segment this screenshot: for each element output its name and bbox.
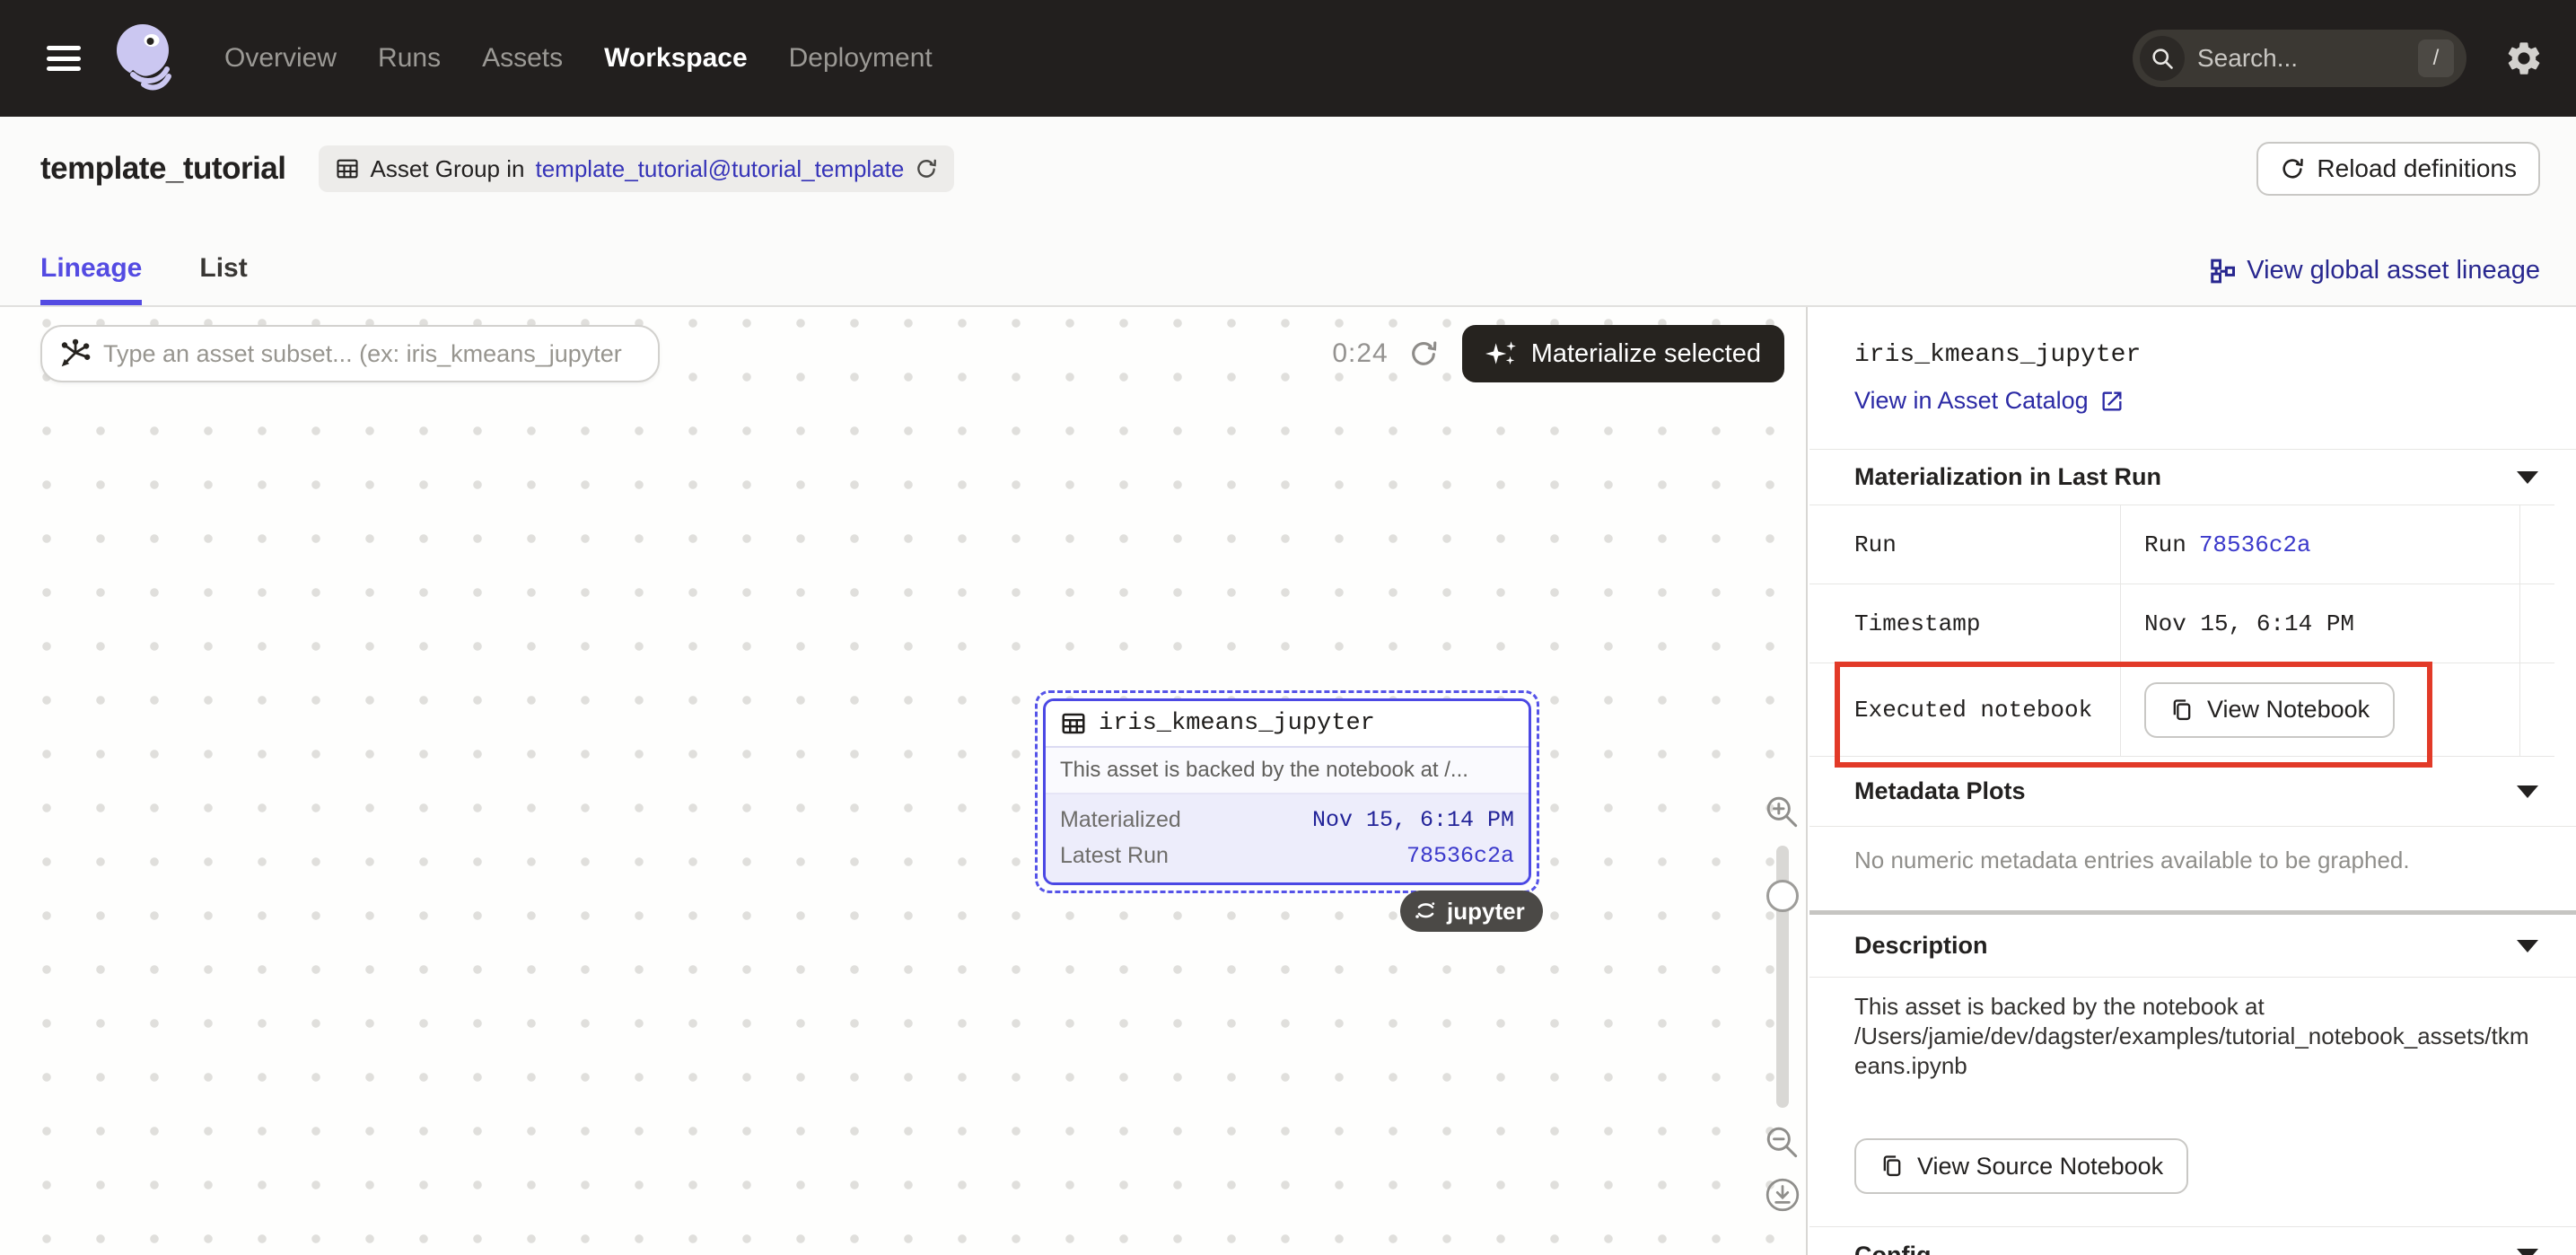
dagster-app: Overview Runs Assets Workspace Deploymen… <box>0 0 2576 1255</box>
sparkle-icon <box>1485 340 1518 367</box>
primary-nav: Overview Runs Assets Workspace Deploymen… <box>224 43 933 74</box>
asset-description-text: This asset is backed by the notebook at … <box>1854 992 2533 1081</box>
page-header: template_tutorial Asset Group in templat… <box>0 117 2576 307</box>
chevron-down-icon <box>2517 940 2538 952</box>
asset-group-label: Asset Group in <box>371 155 525 183</box>
asset-subset-input[interactable] <box>103 340 642 368</box>
panel-asset-name: iris_kmeans_jupyter <box>1854 341 2537 369</box>
latest-run-link[interactable]: 78536c2a <box>1406 843 1514 869</box>
asset-group-icon <box>335 156 360 181</box>
asset-details-panel: iris_kmeans_jupyter View in Asset Catalo… <box>1809 307 2576 1255</box>
run-prefix: Run <box>2144 531 2186 558</box>
section-config-header[interactable]: Config <box>1809 1227 2576 1255</box>
nav-item-workspace[interactable]: Workspace <box>604 43 748 74</box>
tab-list[interactable]: List <box>199 253 247 305</box>
view-in-asset-catalog-link[interactable]: View in Asset Catalog <box>1854 387 2537 415</box>
jupyter-tag-label: jupyter <box>1447 898 1525 926</box>
refresh-icon[interactable] <box>1408 338 1439 369</box>
section-description-header[interactable]: Description <box>1809 915 2576 978</box>
view-source-notebook-button[interactable]: View Source Notebook <box>1854 1138 2188 1194</box>
materialize-selected-button[interactable]: Materialize selected <box>1462 325 1784 382</box>
chevron-down-icon <box>2517 471 2538 484</box>
metadata-empty-message: No numeric metadata entries available to… <box>1809 827 2576 910</box>
zoom-in-icon[interactable] <box>1764 794 1801 831</box>
timestamp-key: Timestamp <box>1809 584 2121 663</box>
view-notebook-button[interactable]: View Notebook <box>2144 682 2395 738</box>
zoom-out-icon[interactable] <box>1764 1124 1801 1162</box>
table-row-executed-notebook: Executed notebook View Notebook <box>1809 663 2554 756</box>
reload-definitions-label: Reload definitions <box>2317 154 2517 183</box>
dagster-logo[interactable] <box>110 20 178 97</box>
materialized-timestamp: Nov 15, 6:14 PM <box>1312 807 1514 833</box>
zoom-slider-thumb[interactable] <box>1766 880 1799 912</box>
materialization-table: Run Run 78536c2a Timestamp Nov 15, 6:14 … <box>1809 505 2554 757</box>
nav-item-overview[interactable]: Overview <box>224 43 337 74</box>
asset-node-name: iris_kmeans_jupyter <box>1099 710 1375 737</box>
graph-toolbar: 0:24 Materialize selected <box>40 325 1784 382</box>
jupyter-icon <box>1413 899 1438 924</box>
view-notebook-label: View Notebook <box>2207 696 2370 724</box>
view-global-asset-lineage-link[interactable]: View global asset lineage <box>2209 256 2540 305</box>
hamburger-menu-icon[interactable] <box>43 40 84 76</box>
page-title: template_tutorial <box>40 151 286 187</box>
table-row-run: Run Run 78536c2a <box>1809 505 2554 584</box>
table-icon <box>1060 710 1087 737</box>
zoom-controls <box>1757 794 1808 1214</box>
tab-lineage[interactable]: Lineage <box>40 253 142 305</box>
notebook-icon <box>2169 698 2195 723</box>
executed-notebook-key: Executed notebook <box>1809 663 2121 756</box>
chevron-down-icon <box>2517 1249 2538 1255</box>
notebook-icon <box>1879 1154 1905 1179</box>
asset-node[interactable]: iris_kmeans_jupyter This asset is backed… <box>1043 698 1531 885</box>
asset-node-description: This asset is backed by the notebook at … <box>1046 748 1529 794</box>
section-materialization-title: Materialization in Last Run <box>1854 463 2161 491</box>
asset-node-selection: iris_kmeans_jupyter This asset is backed… <box>1035 690 1539 893</box>
table-row-timestamp: Timestamp Nov 15, 6:14 PM <box>1809 584 2554 663</box>
section-description-title: Description <box>1854 932 1988 960</box>
zoom-slider[interactable] <box>1776 846 1789 1108</box>
search-shortcut-badge: / <box>2418 39 2454 77</box>
refresh-countdown: 0:24 <box>1332 338 1388 369</box>
materialized-label: Materialized <box>1060 807 1181 833</box>
view-source-notebook-label: View Source Notebook <box>1917 1153 2163 1180</box>
asset-group-badge: Asset Group in template_tutorial@tutoria… <box>319 145 955 192</box>
latest-run-label: Latest Run <box>1060 843 1169 869</box>
asset-subset-filter[interactable] <box>40 325 660 382</box>
timestamp-value: Nov 15, 6:14 PM <box>2121 584 2520 663</box>
reload-definitions-button[interactable]: Reload definitions <box>2256 142 2540 196</box>
global-search[interactable]: / <box>2133 30 2466 87</box>
nav-item-runs[interactable]: Runs <box>378 43 441 74</box>
gear-icon[interactable] <box>2504 39 2544 78</box>
run-key: Run <box>1809 505 2121 584</box>
section-config-title: Config <box>1854 1242 1931 1255</box>
view-in-asset-catalog-label: View in Asset Catalog <box>1854 387 2089 415</box>
nav-item-assets[interactable]: Assets <box>482 43 563 74</box>
refresh-icon <box>2280 156 2305 181</box>
section-materialization-header[interactable]: Materialization in Last Run <box>1809 449 2576 505</box>
top-nav: Overview Runs Assets Workspace Deploymen… <box>0 0 2576 117</box>
search-icon <box>2140 36 2185 81</box>
external-link-icon <box>2099 389 2125 414</box>
op-selector-icon <box>58 338 91 370</box>
nav-item-deployment[interactable]: Deployment <box>789 43 933 74</box>
view-global-asset-lineage-label: View global asset lineage <box>2247 256 2540 285</box>
search-input[interactable] <box>2197 44 2418 73</box>
asset-graph-pane[interactable]: 0:24 Materialize selected <box>0 307 1808 1255</box>
download-image-icon[interactable] <box>1764 1176 1801 1214</box>
section-metadata-plots-title: Metadata Plots <box>1854 777 2026 805</box>
chevron-down-icon <box>2517 785 2538 798</box>
jupyter-tag[interactable]: jupyter <box>1400 891 1543 932</box>
asset-group-link[interactable]: template_tutorial@tutorial_template <box>535 155 904 183</box>
section-metadata-plots-header[interactable]: Metadata Plots <box>1809 757 2576 827</box>
refresh-icon[interactable] <box>915 157 938 180</box>
run-id-link[interactable]: 78536c2a <box>2199 531 2311 558</box>
lineage-graph-icon <box>2209 258 2236 285</box>
materialize-selected-label: Materialize selected <box>1531 339 1761 369</box>
